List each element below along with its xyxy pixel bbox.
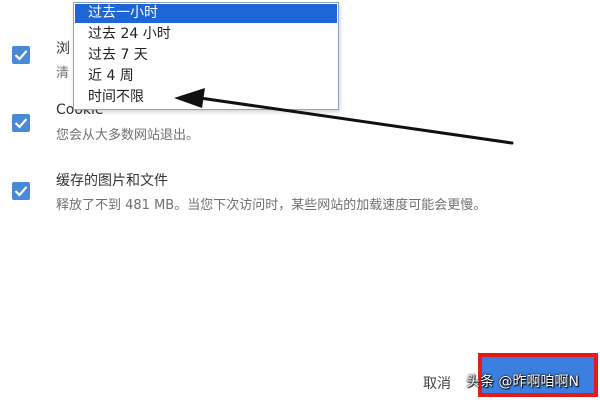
cookies-checkbox[interactable] bbox=[12, 114, 30, 132]
checkmark-icon bbox=[14, 50, 28, 61]
time-range-option[interactable]: 过去 24 小时 bbox=[75, 25, 337, 44]
checkmark-icon bbox=[14, 186, 28, 197]
time-range-option-all-time[interactable]: 时间不限 bbox=[75, 88, 337, 107]
cached-files-description: 释放了不到 481 MB。当您下次访问时，某些网站的加载速度可能会更慢。 bbox=[56, 198, 487, 213]
checkmark-icon bbox=[14, 118, 28, 129]
browsing-history-title: 浏 bbox=[56, 41, 70, 57]
watermark-text: 头条 @昨啊咱啊N bbox=[466, 374, 579, 390]
cookies-description: 您会从大多数网站退出。 bbox=[56, 128, 200, 143]
clear-browsing-data-dialog: 浏 清 Cookie 您会从大多数网站退出。 缓存的图片和文件 释放了不到 48… bbox=[0, 0, 600, 400]
time-range-option[interactable]: 近 4 周 bbox=[75, 67, 337, 86]
time-range-option[interactable]: 过去 7 天 bbox=[75, 46, 337, 65]
time-range-option[interactable]: 过去一小时 bbox=[75, 4, 337, 23]
time-range-dropdown[interactable]: 过去一小时 过去 24 小时 过去 7 天 近 4 周 时间不限 bbox=[73, 2, 339, 110]
browsing-history-description: 清 bbox=[56, 66, 70, 81]
browsing-history-checkbox[interactable] bbox=[12, 46, 30, 64]
cached-files-checkbox[interactable] bbox=[12, 182, 30, 200]
cancel-button[interactable]: 取消 bbox=[423, 373, 451, 393]
cached-files-title: 缓存的图片和文件 bbox=[56, 173, 168, 189]
